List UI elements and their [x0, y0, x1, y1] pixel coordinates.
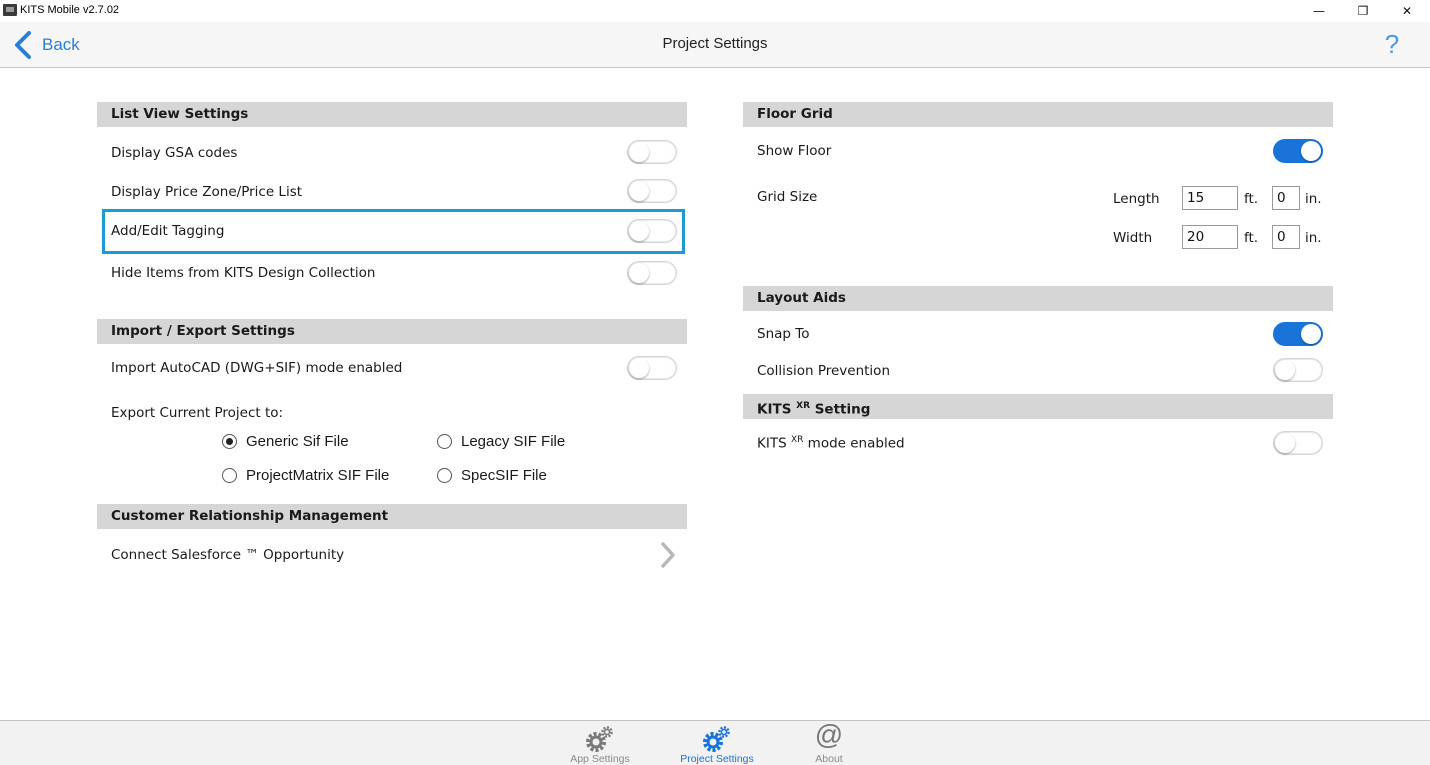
hide-items-label: Hide Items from KITS Design Collection — [111, 265, 376, 281]
app-header: Back Project Settings ? — [0, 22, 1430, 68]
window-titlebar: KITS Mobile v2.7.02 — ❐ ✕ — [0, 0, 1430, 22]
radio-projectmatrix-sif[interactable]: ProjectMatrix SIF File — [222, 467, 389, 484]
kits-xr-mode-label: KITS XR mode enabled — [757, 435, 905, 452]
toggle-knob — [1301, 324, 1321, 344]
kits-xr-title-sup: XR — [796, 401, 810, 411]
at-sign-icon: @ — [814, 719, 844, 750]
snap-to-label: Snap To — [757, 326, 810, 342]
radio-projectmatrix-sif-label: ProjectMatrix SIF File — [246, 467, 390, 484]
section-floor-grid: Floor Grid — [743, 102, 1333, 127]
import-autocad-toggle[interactable] — [627, 356, 677, 380]
page-title: Project Settings — [662, 35, 768, 52]
section-crm: Customer Relationship Management — [97, 504, 687, 529]
section-kits-xr-setting: KITS XR Setting — [743, 394, 1333, 419]
kits-xr-mode-sup: XR — [790, 435, 804, 445]
radio-circle — [222, 468, 237, 483]
tab-app-settings-label: App Settings — [570, 753, 630, 765]
import-autocad-label: Import AutoCAD (DWG+SIF) mode enabled — [111, 360, 403, 376]
minimize-button[interactable]: — — [1296, 1, 1342, 21]
radio-circle — [437, 468, 452, 483]
tab-project-settings-label: Project Settings — [680, 753, 754, 765]
chevron-right-icon[interactable] — [658, 541, 678, 569]
width-feet-input[interactable] — [1182, 225, 1238, 249]
section-list-view-settings: List View Settings — [97, 102, 687, 127]
length-feet-input[interactable] — [1182, 186, 1238, 210]
tab-app-settings[interactable]: App Settings — [550, 721, 650, 765]
show-floor-toggle[interactable] — [1273, 139, 1323, 163]
display-gsa-label: Display GSA codes — [111, 145, 238, 161]
tab-about[interactable]: @ About — [779, 719, 879, 765]
radio-generic-sif[interactable]: Generic Sif File — [222, 433, 349, 450]
toggle-knob — [629, 358, 649, 378]
kits-xr-title-prefix: KITS — [757, 401, 792, 418]
width-label: Width — [1113, 230, 1153, 246]
gears-icon — [586, 726, 613, 752]
toggle-knob — [1275, 360, 1295, 380]
snap-to-toggle[interactable] — [1273, 322, 1323, 346]
display-price-zone-toggle[interactable] — [627, 179, 677, 203]
radio-circle — [222, 434, 237, 449]
bottom-tab-bar: App Settings Project Settings @ About — [0, 719, 1430, 765]
maximize-button[interactable]: ❐ — [1340, 1, 1386, 21]
toggle-knob — [629, 142, 649, 162]
gears-icon — [703, 726, 730, 752]
tab-project-settings[interactable]: Project Settings — [667, 721, 767, 765]
length-ft-unit: ft. — [1244, 191, 1259, 207]
tab-about-label: About — [815, 753, 843, 765]
radio-specsif[interactable]: SpecSIF File — [437, 467, 547, 484]
add-edit-tagging-toggle[interactable] — [627, 219, 677, 243]
toggle-knob — [629, 221, 649, 241]
radio-circle — [437, 434, 452, 449]
radio-legacy-sif-label: Legacy SIF File — [461, 433, 566, 450]
section-layout-aids: Layout Aids — [743, 286, 1333, 311]
radio-legacy-sif[interactable]: Legacy SIF File — [437, 433, 565, 450]
length-inches-input[interactable] — [1272, 186, 1300, 210]
collision-prevention-label: Collision Prevention — [757, 363, 891, 379]
help-icon[interactable]: ? — [1382, 28, 1402, 60]
window-title: KITS Mobile v2.7.02 — [20, 4, 120, 16]
width-ft-unit: ft. — [1244, 230, 1259, 246]
collision-prevention-toggle[interactable] — [1273, 358, 1323, 382]
length-in-unit: in. — [1305, 191, 1322, 207]
kits-xr-mode-prefix: KITS — [757, 435, 787, 452]
length-label: Length — [1113, 191, 1160, 207]
export-label: Export Current Project to: — [111, 405, 284, 421]
toggle-knob — [1275, 433, 1295, 453]
display-gsa-toggle[interactable] — [627, 140, 677, 164]
kits-xr-mode-toggle[interactable] — [1273, 431, 1323, 455]
grid-size-label: Grid Size — [757, 189, 818, 205]
kits-xr-title-suffix: Setting — [814, 401, 871, 418]
width-inches-input[interactable] — [1272, 225, 1300, 249]
app-icon — [3, 4, 17, 16]
display-price-zone-label: Display Price Zone/Price List — [111, 184, 303, 200]
close-button[interactable]: ✕ — [1384, 1, 1430, 21]
toggle-knob — [629, 181, 649, 201]
radio-generic-sif-label: Generic Sif File — [246, 433, 349, 450]
section-import-export-settings: Import / Export Settings — [97, 319, 687, 344]
kits-xr-mode-suffix: mode enabled — [807, 435, 905, 452]
connect-salesforce-label[interactable]: Connect Salesforce ™ Opportunity — [111, 547, 344, 563]
toggle-knob — [1301, 141, 1321, 161]
hide-items-toggle[interactable] — [627, 261, 677, 285]
toggle-knob — [629, 263, 649, 283]
show-floor-label: Show Floor — [757, 143, 832, 159]
width-in-unit: in. — [1305, 230, 1322, 246]
add-edit-tagging-label: Add/Edit Tagging — [111, 223, 225, 239]
radio-specsif-label: SpecSIF File — [461, 467, 547, 484]
